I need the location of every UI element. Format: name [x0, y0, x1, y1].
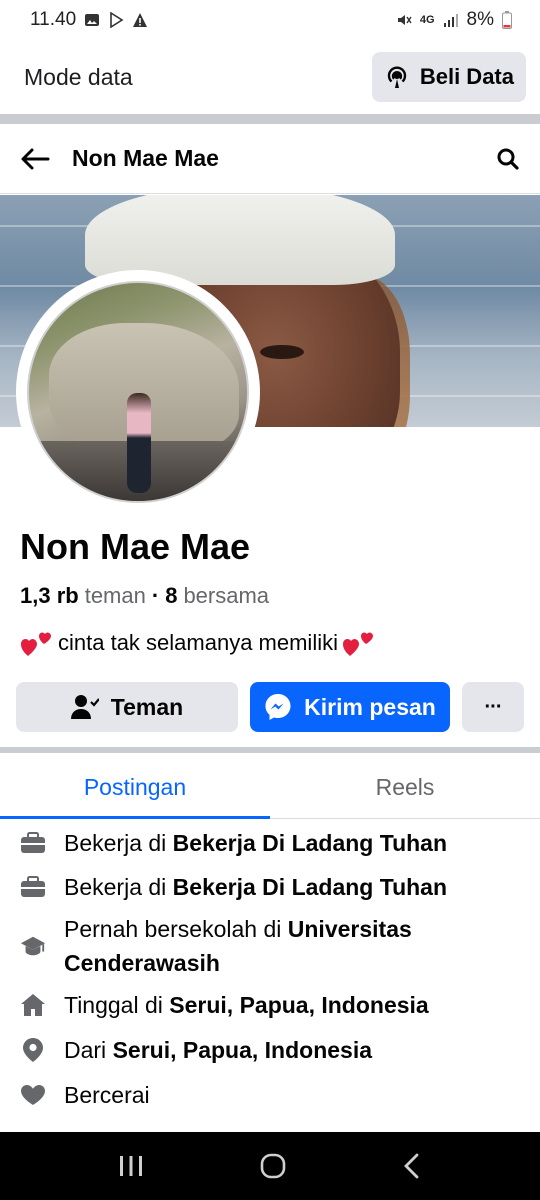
send-message-button[interactable]: Kirim pesan — [250, 682, 450, 732]
detail-relationship: Bercerai — [0, 1078, 540, 1112]
detail-value: Bercerai — [64, 1082, 150, 1108]
battery-icon — [502, 11, 512, 29]
profile-name: Non Mae Mae — [20, 526, 251, 567]
avatar[interactable] — [27, 281, 249, 503]
detail-prefix: Tinggal di — [64, 992, 170, 1018]
detail-work: Bekerja di Bekerja Di Ladang Tuhan — [0, 822, 540, 860]
profile-picture-ring — [16, 270, 260, 514]
detail-prefix: Bekerja di — [64, 874, 173, 900]
briefcase-icon — [20, 870, 46, 904]
detail-prefix: Pernah bersekolah di — [64, 916, 288, 942]
buy-data-label: Beli Data — [419, 64, 514, 89]
separator-dot: · — [151, 583, 160, 608]
graduation-cap-icon — [20, 912, 46, 980]
back-button-icon[interactable] — [402, 1153, 422, 1179]
friends-button[interactable]: Teman — [16, 682, 238, 732]
location-pin-icon — [20, 1033, 46, 1067]
header-title: Non Mae Mae — [72, 145, 219, 171]
data-mode-label: Mode data — [24, 63, 133, 90]
profile-details: Bekerja di Bekerja Di Ladang Tuhan Beker… — [0, 822, 540, 1112]
divider — [0, 747, 540, 753]
warning-icon — [133, 13, 148, 27]
two-hearts-icon — [21, 632, 51, 656]
profile-actions: Teman Kirim pesan ··· — [16, 682, 524, 732]
detail-value[interactable]: Serui, Papua, Indonesia — [113, 1037, 372, 1063]
detail-work: Bekerja di Bekerja Di Ladang Tuhan — [0, 870, 540, 904]
friends-count: 1,3 rb — [20, 583, 79, 608]
home-button-icon[interactable] — [259, 1152, 287, 1180]
status-bar: 11.40 4G 8% — [0, 0, 540, 40]
battery-percent: 8% — [466, 9, 494, 30]
friends-button-label: Teman — [110, 693, 184, 720]
detail-value[interactable]: Bekerja Di Ladang Tuhan — [173, 874, 447, 900]
heart-icon — [20, 1078, 46, 1112]
bio-text: cinta tak selamanya memiliki — [58, 630, 338, 655]
system-nav-bar — [0, 1132, 540, 1200]
tab-posts[interactable]: Postingan — [0, 757, 270, 819]
back-arrow-icon[interactable] — [20, 147, 50, 171]
data-mode-bar: Mode data Beli Data — [0, 40, 540, 114]
status-time: 11.40 — [30, 9, 77, 30]
friends-word: teman — [84, 583, 146, 608]
detail-prefix: Bekerja di — [64, 830, 173, 856]
send-message-label: Kirim pesan — [304, 693, 436, 720]
home-icon — [20, 988, 46, 1022]
friends-summary[interactable]: 1,3 rb teman · 8 bersama — [20, 583, 269, 609]
detail-current-city: Tinggal di Serui, Papua, Indonesia — [0, 988, 540, 1022]
detail-prefix: Dari — [64, 1037, 113, 1063]
detail-education: Pernah bersekolah di Universitas Cendera… — [0, 912, 540, 980]
two-hearts-icon — [342, 632, 373, 656]
network-type: 4G — [419, 14, 435, 26]
play-store-icon — [110, 12, 124, 28]
detail-value[interactable]: Bekerja Di Ladang Tuhan — [173, 830, 447, 856]
messenger-icon — [265, 694, 291, 720]
detail-hometown: Dari Serui, Papua, Indonesia — [0, 1033, 540, 1067]
buy-data-button[interactable]: Beli Data — [371, 52, 526, 102]
profile-header: Non Mae Mae — [0, 124, 540, 194]
signal-icon — [443, 14, 458, 27]
mutual-count: 8 — [165, 583, 178, 608]
divider — [0, 114, 540, 124]
friend-check-icon — [70, 695, 99, 719]
tab-reels[interactable]: Reels — [270, 757, 540, 818]
broadcast-icon — [387, 66, 407, 88]
mutual-word: bersama — [183, 583, 270, 608]
gallery-icon — [85, 14, 100, 26]
profile-bio: cinta tak selamanya memiliki — [20, 628, 376, 658]
mute-icon — [397, 15, 412, 25]
more-options-label: ··· — [484, 695, 503, 718]
more-options-button[interactable]: ··· — [462, 682, 524, 732]
detail-value[interactable]: Serui, Papua, Indonesia — [169, 992, 428, 1018]
recent-apps-icon[interactable] — [118, 1154, 144, 1178]
briefcase-icon — [20, 826, 46, 860]
profile-tabs: Postingan Reels — [0, 757, 540, 819]
search-icon[interactable] — [496, 147, 520, 171]
